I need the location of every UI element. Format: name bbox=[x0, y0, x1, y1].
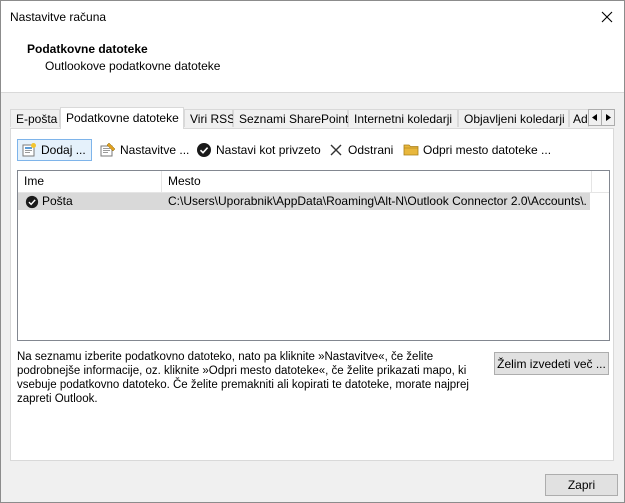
row-location: C:\Users\Uporabnik\AppData\Roaming\Alt-N… bbox=[168, 194, 588, 208]
account-settings-dialog: Nastavitve računa Podatkovne datoteke Ou… bbox=[0, 0, 625, 503]
header-title: Podatkovne datoteke bbox=[27, 42, 148, 56]
tab-scroll-right-icon[interactable] bbox=[601, 109, 615, 126]
settings-button-label: Nastavitve ... bbox=[120, 143, 190, 157]
title-bar: Nastavitve računa bbox=[1, 1, 624, 32]
remove-x-icon bbox=[328, 142, 344, 158]
tab-published-calendars[interactable]: Objavljeni koledarji bbox=[458, 109, 569, 127]
description-text: Na seznamu izberite podatkovno datoteko,… bbox=[17, 351, 469, 405]
tab-scroll-left-icon[interactable] bbox=[588, 109, 602, 126]
data-files-panel: Dodaj ... Nastavitve ... Nastavi kot pri… bbox=[10, 128, 614, 461]
tab-sharepoint-lists[interactable]: Seznami SharePoint bbox=[233, 109, 348, 127]
tab-data-files[interactable]: Podatkovne datoteke bbox=[60, 107, 184, 129]
default-data-file-check-icon bbox=[24, 194, 40, 210]
tab-email[interactable]: E-pošta bbox=[10, 109, 60, 127]
learn-more-button[interactable]: Želim izvedeti več ... bbox=[494, 352, 609, 375]
header-subtitle: Outlookove podatkovne datoteke bbox=[45, 59, 221, 73]
tab-strip: E-pošta Podatkovne datoteke Viri RSS Sez… bbox=[10, 107, 615, 129]
settings-icon bbox=[100, 142, 116, 158]
remove-button-label: Odstrani bbox=[348, 143, 394, 157]
window-title: Nastavitve računa bbox=[10, 10, 107, 24]
close-button[interactable]: Zapri bbox=[545, 474, 618, 496]
table-row[interactable]: Pošta C:\Users\Uporabnik\AppData\Roaming… bbox=[18, 193, 590, 210]
remove-button[interactable]: Odstrani bbox=[325, 139, 396, 161]
settings-button[interactable]: Nastavitve ... bbox=[97, 139, 192, 161]
checkmark-circle-icon bbox=[196, 142, 212, 158]
tab-rss-feeds[interactable]: Viri RSS bbox=[184, 109, 235, 127]
open-file-location-button[interactable]: Odpri mesto datoteke ... bbox=[400, 139, 554, 161]
column-header-location[interactable]: Mesto bbox=[162, 171, 592, 192]
tab-internet-calendars[interactable]: Internetni koledarji bbox=[348, 109, 458, 127]
add-data-file-icon bbox=[21, 142, 37, 158]
data-files-list[interactable]: Ime Mesto Pošta C:\Users\Uporabnik\AppDa… bbox=[17, 170, 610, 341]
add-button[interactable]: Dodaj ... bbox=[17, 139, 92, 161]
list-header: Ime Mesto bbox=[18, 171, 609, 193]
tab-address-books[interactable]: Ad bbox=[569, 109, 589, 127]
open-file-location-label: Odpri mesto datoteke ... bbox=[423, 143, 552, 157]
set-default-button[interactable]: Nastavi kot privzeto bbox=[193, 139, 324, 161]
folder-icon bbox=[403, 142, 419, 158]
column-header-name[interactable]: Ime bbox=[18, 171, 162, 192]
close-icon[interactable] bbox=[590, 1, 624, 32]
row-name: Pošta bbox=[42, 194, 73, 208]
set-default-button-label: Nastavi kot privzeto bbox=[216, 143, 321, 157]
dialog-header: Podatkovne datoteke Outlookove podatkovn… bbox=[1, 32, 624, 93]
add-button-label: Dodaj ... bbox=[41, 143, 86, 157]
toolbar: Dodaj ... Nastavitve ... Nastavi kot pri… bbox=[17, 139, 607, 163]
